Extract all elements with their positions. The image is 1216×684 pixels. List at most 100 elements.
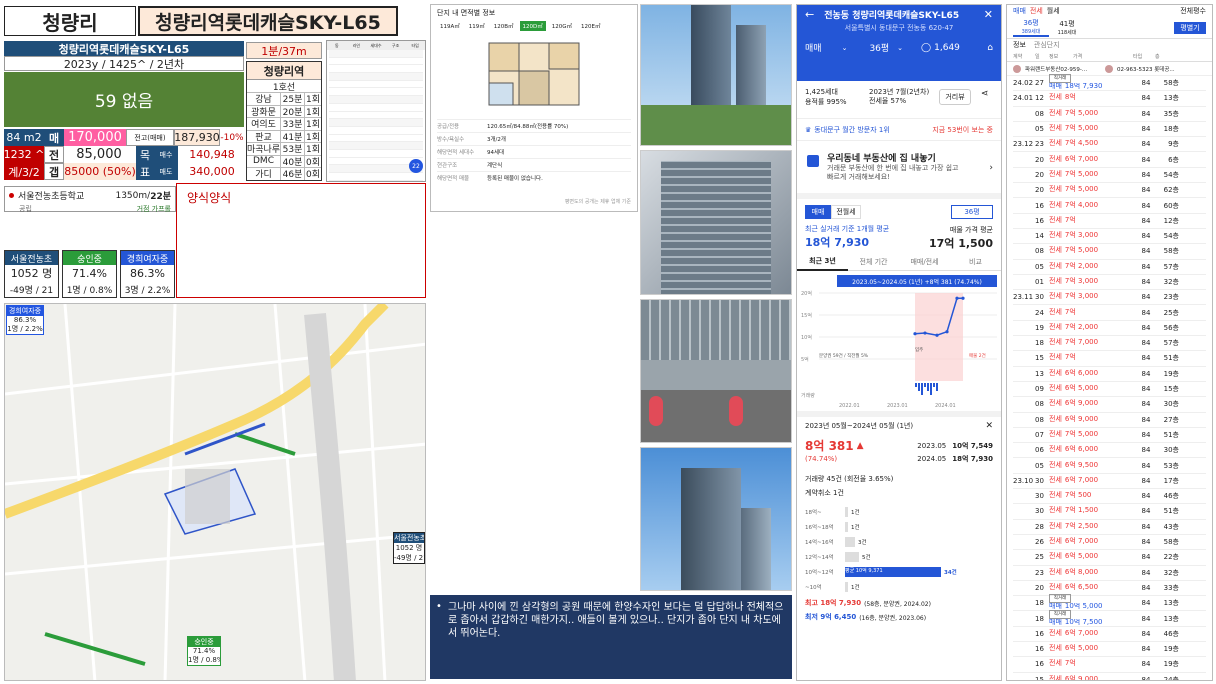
deal-row[interactable]: 20 전세 6억 7,000 84 6층 [1013, 152, 1206, 168]
commute-transfer: 1회 [305, 120, 320, 130]
deal-row[interactable]: 16 전세 6억 7,000 84 46층 [1013, 627, 1206, 642]
deal-row[interactable]: 08 전세 6억 9,000 84 27층 [1013, 413, 1206, 428]
deal-row[interactable]: 16 전세 6억 5,000 84 19층 [1013, 642, 1206, 658]
deal-row[interactable]: 23.12 23 전세 7억 4,500 84 9층 [1013, 137, 1206, 153]
deal-row[interactable]: 23.10 30 전세 6억 7,000 84 17층 [1013, 474, 1206, 490]
floorplan-tab[interactable]: 120G㎡ [549, 21, 575, 31]
seg-size[interactable]: 36평 [951, 205, 993, 219]
deal-row[interactable]: 16 전세 7억 84 12층 [1013, 214, 1206, 229]
close-icon[interactable]: ✕ [984, 8, 993, 21]
deal-info[interactable]: 정보 [1013, 40, 1026, 50]
deal-row[interactable]: 20 전세 7억 5,000 84 54층 [1013, 168, 1206, 184]
hist-label: 12억~14억 [805, 554, 834, 561]
commute-row: 가디 46분 0회 [247, 167, 321, 180]
deal-row[interactable]: 05 전세 7억 5,000 84 18층 [1013, 122, 1206, 138]
mobile-tab-sale[interactable]: 매매 [805, 41, 822, 54]
deal-row[interactable]: 07 전세 7억 5,000 84 51층 [1013, 428, 1206, 444]
promo-title[interactable]: 우리동네 부동산에 집 내놓기 [827, 151, 993, 164]
deal-row[interactable]: 08 전세 7억 5,000 84 58층 [1013, 244, 1206, 260]
floorplan-tab[interactable]: 120E㎡ [578, 21, 603, 31]
deal-row[interactable]: 16 전세 7억 4,000 84 60층 [1013, 198, 1206, 214]
back-icon[interactable]: ← [805, 8, 814, 21]
deal-row[interactable]: 06 전세 6억 6,000 84 30층 [1013, 443, 1206, 459]
deal-type: 전세 [1049, 491, 1062, 500]
deal-row[interactable]: 26 전세 6억 7,000 84 58층 [1013, 535, 1206, 551]
deal-row[interactable]: 15 전세 7억 84 51층 [1013, 351, 1206, 367]
map[interactable]: 경희여자중 86.3% 1명 / 2.2% 서울전농초 1052 명 -49명 … [4, 303, 426, 681]
deal-row[interactable]: 09 전세 6억 5,000 84 15층 [1013, 382, 1206, 398]
floorplan-tab[interactable]: 119A㎡ [437, 21, 463, 31]
size2[interactable]: 41평 [1049, 19, 1085, 29]
share-icon[interactable]: ⋖ [981, 89, 989, 99]
seg-rent[interactable]: 전월세 [831, 205, 861, 219]
mobile-tab-size[interactable]: 36평 [869, 41, 889, 54]
chart-ytick: 20억 [801, 290, 812, 297]
deal-row[interactable]: 23.11 30 전세 7억 3,000 84 23층 [1013, 290, 1206, 306]
deal-row[interactable]: 20 전세 7억 5,000 84 62층 [1013, 183, 1206, 199]
deal-row[interactable]: 16 전세 7억 84 19층 [1013, 657, 1206, 673]
deal-row[interactable]: 05 전세 7억 2,000 84 57층 [1013, 260, 1206, 275]
deal-button[interactable]: 평별기 [1174, 21, 1206, 34]
chevron-right-icon[interactable]: › [989, 163, 993, 173]
deal-row[interactable]: 18 전세 7억 7,000 84 57층 [1013, 336, 1206, 352]
deal-floor: 58층 [1163, 247, 1179, 256]
deal-day: 20 [1035, 155, 1044, 164]
deal-row[interactable]: 24 전세 7억 84 25층 [1013, 305, 1206, 321]
change-pct: (74.74%) [805, 455, 838, 463]
deal-row[interactable]: 28 전세 7억 2,500 84 43층 [1013, 520, 1206, 535]
deal-floor: 30층 [1163, 446, 1179, 455]
deal-tab-rent[interactable]: 월세 [1047, 6, 1060, 16]
deal-tab-jeonse[interactable]: 전세 [1030, 6, 1043, 16]
commute-transfer: 1회 [305, 95, 320, 105]
deal-row[interactable]: 30 전세 7억 1,500 84 51층 [1013, 504, 1206, 520]
floorplan-tab[interactable]: 120B㎡ [491, 21, 517, 31]
deal-row[interactable]: 01 전세 7억 3,000 84 32층 [1013, 275, 1206, 291]
comment-icon[interactable]: ◯ [921, 43, 931, 53]
chart-volume-bar [930, 383, 932, 395]
period-tab[interactable]: 전체 기간 [848, 253, 899, 271]
bell-icon[interactable]: ⌂ [987, 43, 993, 53]
streetview-button[interactable]: 거리뷰 [939, 89, 971, 105]
deal-floor: 19층 [1163, 645, 1179, 654]
deal-row[interactable]: 05 전세 6억 9,500 84 53층 [1013, 458, 1206, 474]
period-tab[interactable]: 비교 [950, 253, 1001, 271]
floorplan-tab[interactable]: 120D㎡ [519, 21, 546, 31]
deal-row[interactable]: 15 전세 6억 9,000 84 24층 [1013, 673, 1206, 680]
deal-row[interactable]: 30 전세 7억 500 84 46층 [1013, 489, 1206, 505]
deal-price: 7억 3,000 [1064, 231, 1099, 240]
deal-price: 6억 9,000 [1064, 414, 1099, 423]
deal-row[interactable]: 18 직거래 매매 10억 7,500 84 13층 [1013, 609, 1206, 627]
deal-row[interactable]: 24.02 27 직거래 매매 18억 7,930 84 58층 [1013, 74, 1206, 92]
period-tab[interactable]: 최근 3년 [797, 253, 848, 271]
deal-ym: 23.12 [1013, 140, 1034, 149]
deal-row[interactable]: 24.01 12 전세 8억 84 13층 [1013, 91, 1206, 107]
deal-row[interactable]: 13 전세 6억 6,000 84 19층 [1013, 367, 1206, 382]
deal-row[interactable]: 19 전세 7억 2,000 84 56층 [1013, 321, 1206, 337]
close-icon[interactable]: ✕ [985, 421, 993, 431]
deal-row[interactable]: 08 전세 7억 5,000 84 35층 [1013, 107, 1206, 122]
deal-price: 7억 2,500 [1064, 521, 1099, 530]
hist-bar [845, 506, 848, 517]
deal-type: 전세 [1049, 644, 1062, 653]
deal-type: 전세 [1049, 154, 1062, 163]
deal-type: 전세 [1049, 246, 1062, 255]
map-label-school-2: 서울전농초 1052 명 -49명 / 21 [393, 532, 425, 564]
deal-area: 84 [1141, 293, 1151, 302]
deal-row[interactable]: 23 전세 6억 8,000 84 32층 [1013, 566, 1206, 581]
deal-myfilter[interactable]: 관심단지 [1034, 40, 1060, 50]
deal-tab-sale[interactable]: 매매 [1013, 6, 1026, 16]
deal-area: 84 [1141, 94, 1151, 103]
size1[interactable]: 36평 [1013, 18, 1049, 28]
deal-filter[interactable]: 전체평수 [1180, 6, 1206, 16]
deal-row[interactable]: 08 전세 6억 9,000 84 30층 [1013, 397, 1206, 413]
deal-area: 84 [1141, 140, 1151, 149]
deal-row[interactable]: 14 전세 7억 3,000 84 54층 [1013, 229, 1206, 245]
period-tab[interactable]: 매매/전세 [899, 253, 950, 271]
seg-sale[interactable]: 매매 [805, 205, 831, 219]
deal-day: 05 [1035, 461, 1044, 470]
deal-day: 05 [1035, 125, 1044, 134]
deal-row[interactable]: 25 전세 6억 5,000 84 22층 [1013, 550, 1206, 566]
commute-row: 판교 41분 1회 [247, 129, 321, 143]
mobile-rank-link[interactable]: 지금 53번이 보는 중 [932, 125, 993, 135]
floorplan-tab[interactable]: 119㎡ [466, 21, 488, 31]
